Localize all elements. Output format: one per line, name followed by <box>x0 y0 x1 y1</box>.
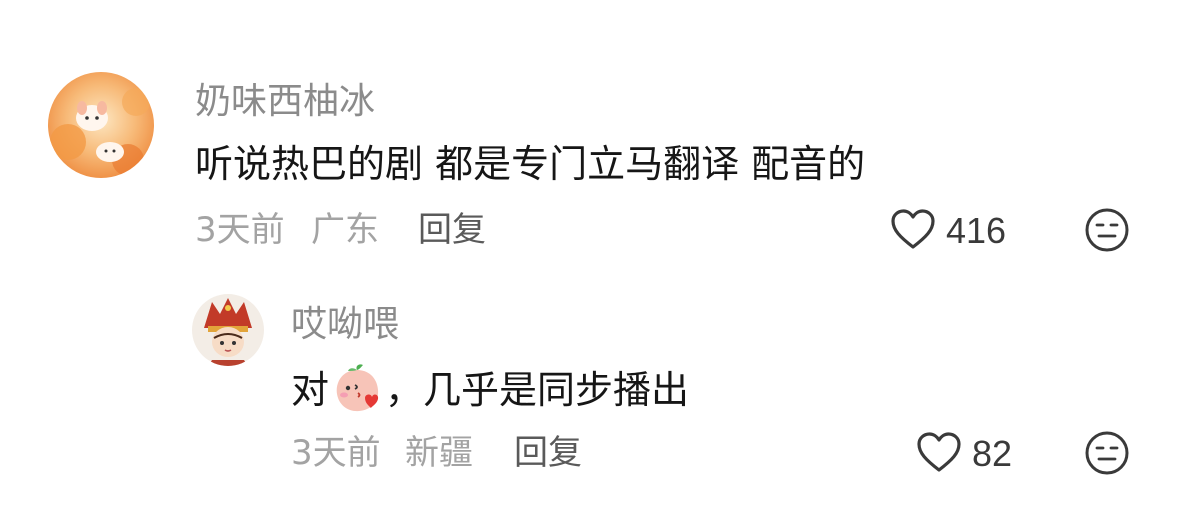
comment-location: 新疆 <box>405 433 473 473</box>
kiss-peach-emoji-icon <box>331 362 383 414</box>
like-count: 82 <box>972 433 1013 474</box>
reply-button[interactable]: 回复 <box>418 213 486 247</box>
like-button[interactable]: 82 <box>916 431 1012 477</box>
comment-text-part: 对 <box>291 368 330 412</box>
reaction-button[interactable] <box>1084 430 1130 480</box>
comment-text: 对 ，几乎是同步播出 <box>291 363 690 414</box>
reply-button[interactable]: 回复 <box>514 436 582 470</box>
reply-comment-item: 哎呦喂 对 ，几乎是同步播出 3天前 新疆 回复 82 <box>0 270 1179 529</box>
comment-location: 广东 <box>311 210 379 250</box>
username[interactable]: 哎呦喂 <box>291 307 399 343</box>
like-count: 416 <box>946 210 1007 251</box>
like-button[interactable]: 416 <box>890 208 1006 254</box>
comment-time: 3天前 <box>195 210 285 250</box>
avatar-image <box>48 72 154 178</box>
meh-face-icon <box>1084 208 1130 257</box>
meh-face-icon <box>1084 431 1130 480</box>
comment-text-part: ，几乎是同步播出 <box>385 368 690 412</box>
heart-outline-icon <box>890 208 936 254</box>
username[interactable]: 奶味西柚冰 <box>195 84 375 120</box>
user-avatar[interactable] <box>192 294 264 366</box>
avatar-image <box>192 294 264 366</box>
comment-time: 3天前 <box>291 433 381 473</box>
reaction-button[interactable] <box>1084 207 1130 257</box>
user-avatar[interactable] <box>48 72 154 178</box>
comment-item: 奶味西柚冰 听说热巴的剧 都是专门立马翻译 配音的 3天前 广东 回复 416 <box>0 0 1179 270</box>
heart-outline-icon <box>916 431 962 477</box>
comment-text: 听说热巴的剧 都是专门立马翻译 配音的 <box>195 142 866 186</box>
